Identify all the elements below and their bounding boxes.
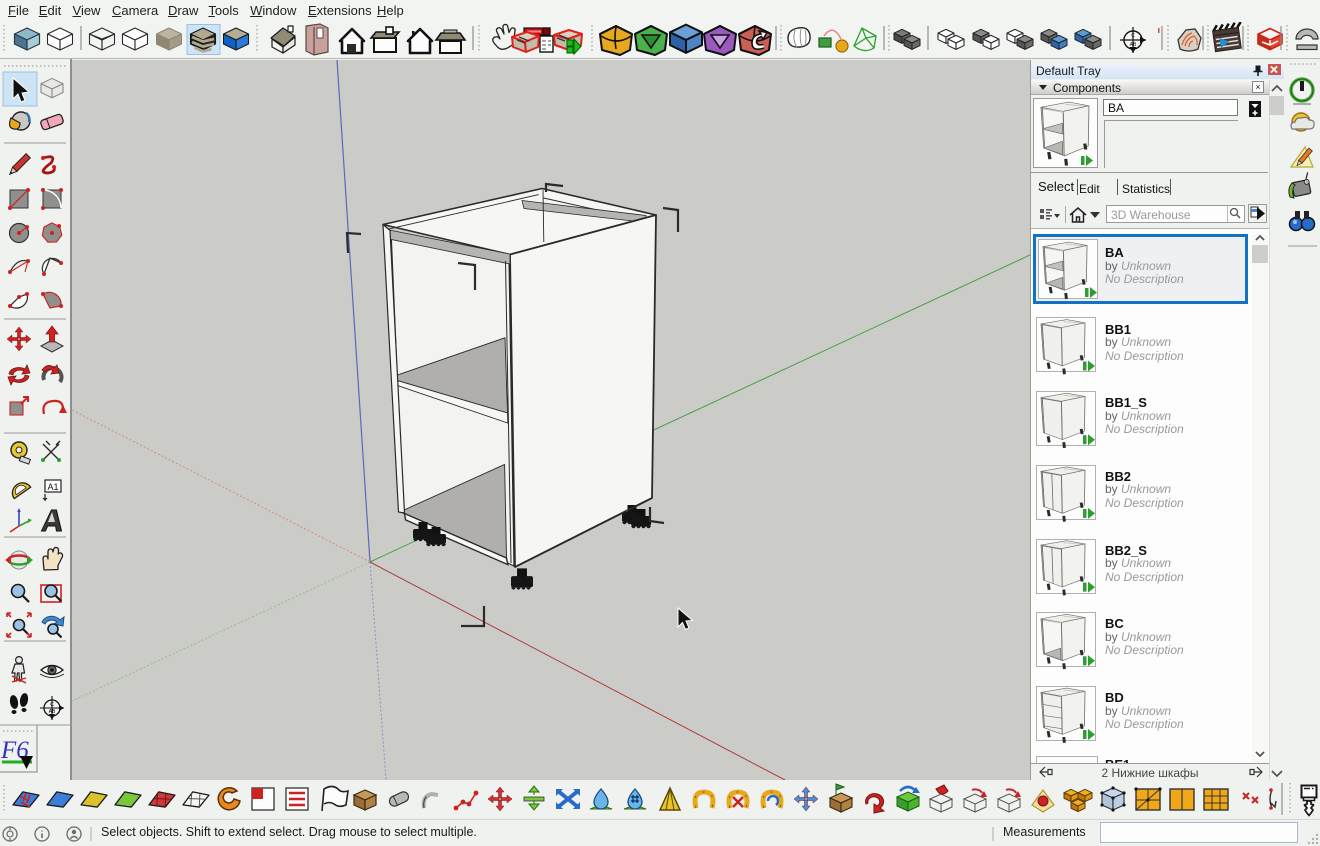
- svg-text:C: C: [1131, 33, 1135, 39]
- svg-text:AB: AB: [49, 709, 56, 715]
- svg-text:A1: A1: [47, 482, 58, 492]
- svg-text:C: C: [50, 702, 54, 708]
- svg-text:AB: AB: [1130, 42, 1137, 48]
